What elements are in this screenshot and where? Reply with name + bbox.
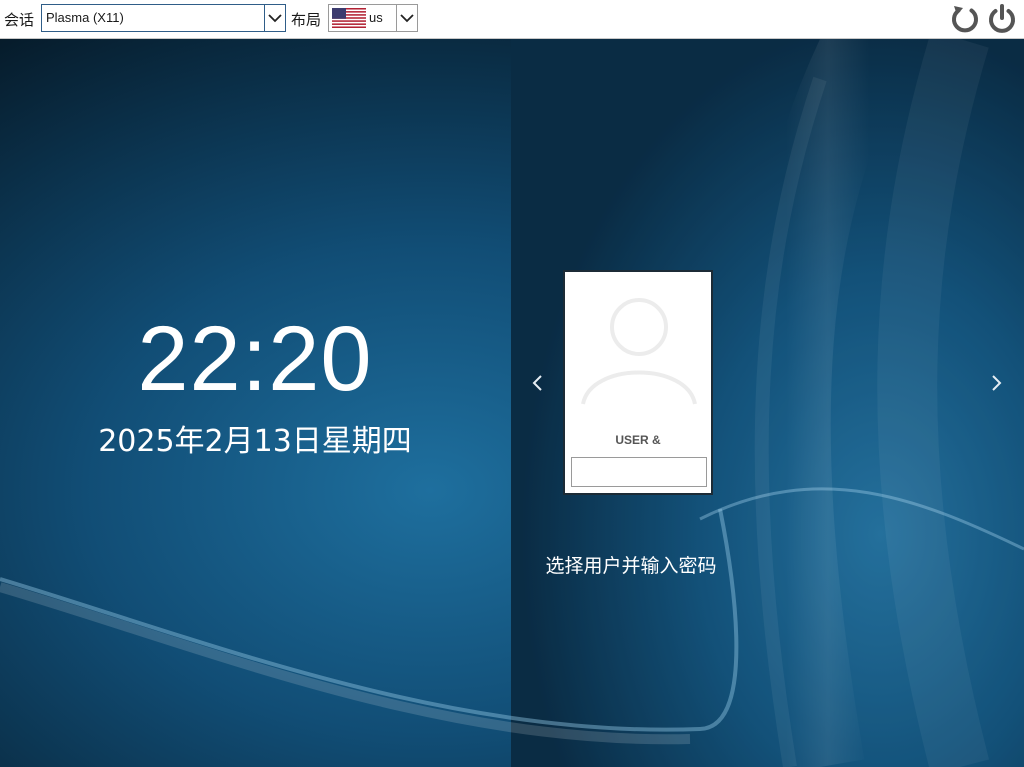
password-field[interactable] [571,457,707,487]
login-screen: 会话 Plasma (X11) 布局 us 22:20 2025年2月13日星期… [0,0,1024,767]
chevron-left-icon[interactable] [530,371,546,395]
chevron-right-icon[interactable] [988,371,1004,395]
layout-select-value: us [369,10,383,25]
us-flag-icon [332,8,366,28]
session-label: 会话 [4,11,35,29]
session-select-value: Plasma (X11) [46,10,124,25]
shutdown-button[interactable] [986,3,1018,35]
session-select[interactable]: Plasma (X11) [41,4,286,32]
user-name: USER & [615,433,661,447]
clock-time: 22:20 [137,308,373,410]
power-icon [989,4,1015,33]
user-avatar-icon [581,298,697,405]
user-card[interactable]: USER & [563,270,713,495]
reboot-icon [952,6,978,33]
clock-date: 2025年2月13日星期四 [98,424,412,459]
login-prompt: 选择用户并输入密码 [545,555,717,577]
top-toolbar: 会话 Plasma (X11) 布局 us [0,0,1024,39]
chevron-down-icon[interactable] [396,5,417,31]
keyboard-layout-select[interactable]: us [328,4,418,32]
chevron-down-icon[interactable] [264,5,285,31]
layout-label: 布局 [291,11,322,29]
reboot-button[interactable] [949,3,981,35]
